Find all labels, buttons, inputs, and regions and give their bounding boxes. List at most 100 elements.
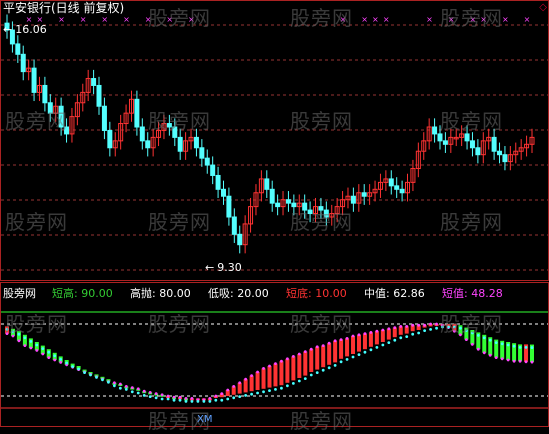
short-value-dot bbox=[387, 327, 391, 331]
short-value-dot bbox=[220, 392, 224, 395]
mid-value-dot bbox=[333, 364, 337, 367]
mid-value-dot bbox=[232, 396, 236, 400]
indicator-bar bbox=[285, 358, 290, 383]
short-value-dot bbox=[172, 395, 176, 399]
candle-body bbox=[388, 178, 394, 187]
short-value-dot bbox=[303, 350, 307, 353]
short-value-dot bbox=[381, 328, 385, 332]
short-value-dot bbox=[405, 325, 409, 328]
short-value-dot bbox=[494, 356, 498, 359]
short-value-dot bbox=[333, 339, 337, 343]
candle-body bbox=[15, 43, 21, 55]
mid-value-dot bbox=[393, 338, 397, 342]
candle-body bbox=[193, 136, 199, 149]
short-value-dot bbox=[327, 341, 331, 345]
signal-mark: × bbox=[101, 15, 108, 24]
indicator-bar bbox=[333, 340, 338, 363]
candle-body bbox=[285, 199, 291, 204]
signal-mark: × bbox=[123, 15, 130, 24]
short-value-dot bbox=[29, 346, 33, 350]
short-value-dot bbox=[464, 338, 468, 341]
indicator-bar bbox=[267, 366, 272, 388]
short-value-dot bbox=[280, 359, 283, 363]
signal-mark: × bbox=[372, 15, 379, 24]
mid-value-dot bbox=[530, 346, 534, 349]
mid-value-dot bbox=[53, 354, 57, 358]
candle-body bbox=[145, 140, 151, 149]
short-value-dot bbox=[47, 356, 51, 359]
indicator-item-0: 短高: 90.00 bbox=[52, 287, 113, 300]
high-price-label: ← 16.06 bbox=[3, 23, 47, 36]
mid-value-dot bbox=[214, 398, 218, 402]
short-value-dot bbox=[297, 352, 301, 356]
mid-value-dot bbox=[160, 397, 164, 401]
mid-value-dot bbox=[71, 365, 75, 368]
short-value-dot bbox=[59, 361, 63, 364]
mid-value-dot bbox=[435, 326, 438, 330]
short-value-dot bbox=[470, 343, 474, 346]
indicator-bar bbox=[345, 338, 350, 357]
indicator-bar bbox=[327, 343, 332, 365]
short-value-dot bbox=[500, 357, 504, 361]
indicator-item-1: 高抛: 80.00 bbox=[130, 287, 191, 300]
candle-body bbox=[399, 188, 405, 194]
short-value-dot bbox=[357, 333, 361, 337]
watermark-text: 股旁网 bbox=[440, 312, 503, 336]
indicator-bar bbox=[374, 331, 379, 345]
short-value-dot bbox=[136, 387, 140, 391]
candle-body bbox=[107, 129, 113, 149]
indicator-bar bbox=[368, 332, 373, 347]
mid-value-dot bbox=[268, 389, 271, 392]
mid-value-dot bbox=[208, 400, 212, 403]
short-value-dot bbox=[363, 332, 367, 335]
mid-value-dot bbox=[524, 346, 528, 349]
indicator-item-5: 短值: 48.28 bbox=[442, 287, 503, 300]
short-value-dot bbox=[238, 381, 242, 385]
mid-value-dot bbox=[506, 343, 510, 347]
mid-value-dot bbox=[387, 341, 391, 344]
indicator-item-4: 中值: 62.86 bbox=[364, 287, 425, 300]
short-value-dot bbox=[178, 395, 182, 399]
watermark-text: 股旁网 bbox=[148, 210, 211, 234]
mid-value-dot bbox=[262, 390, 265, 394]
mid-value-dot bbox=[369, 348, 373, 352]
mid-value-dot bbox=[142, 394, 146, 397]
indicator-bar bbox=[356, 334, 361, 352]
indicator-bar bbox=[273, 363, 278, 387]
watermark-text: 股旁网 bbox=[5, 210, 68, 234]
mid-value-dot bbox=[321, 368, 325, 372]
indicator-bar bbox=[321, 345, 326, 368]
indicator-bar bbox=[362, 333, 367, 350]
watermark-text: 股旁网 bbox=[440, 210, 503, 234]
short-value-dot bbox=[375, 329, 379, 333]
short-value-dot bbox=[393, 326, 397, 329]
indicator-bar bbox=[237, 382, 242, 394]
mid-value-dot bbox=[35, 343, 39, 347]
short-value-dot bbox=[435, 322, 438, 326]
mid-value-dot bbox=[190, 400, 194, 403]
mid-value-dot bbox=[345, 358, 349, 361]
mid-value-dot bbox=[381, 343, 385, 347]
mid-value-dot bbox=[124, 388, 128, 391]
indicator-bar bbox=[255, 372, 260, 390]
mid-value-dot bbox=[196, 400, 200, 403]
signal-mark: × bbox=[383, 15, 390, 24]
watermark-text: 股旁网 bbox=[148, 109, 211, 133]
mid-value-dot bbox=[285, 384, 289, 388]
mid-value-dot bbox=[494, 341, 498, 344]
candle-body bbox=[231, 216, 237, 235]
mid-value-dot bbox=[244, 394, 248, 397]
watermark-text: 股旁网 bbox=[290, 109, 353, 133]
watermark-text: 股旁网 bbox=[5, 109, 68, 133]
short-value-dot bbox=[118, 382, 122, 386]
short-value-dot bbox=[226, 388, 230, 392]
mid-value-dot bbox=[274, 388, 277, 391]
mid-value-dot bbox=[107, 380, 110, 384]
short-value-dot bbox=[339, 338, 343, 341]
short-value-dot bbox=[41, 352, 45, 356]
indicator-bar bbox=[261, 368, 266, 389]
short-value-dot bbox=[232, 385, 236, 388]
short-value-dot bbox=[482, 351, 486, 355]
signal-mark: × bbox=[80, 15, 87, 24]
short-value-dot bbox=[124, 385, 128, 388]
